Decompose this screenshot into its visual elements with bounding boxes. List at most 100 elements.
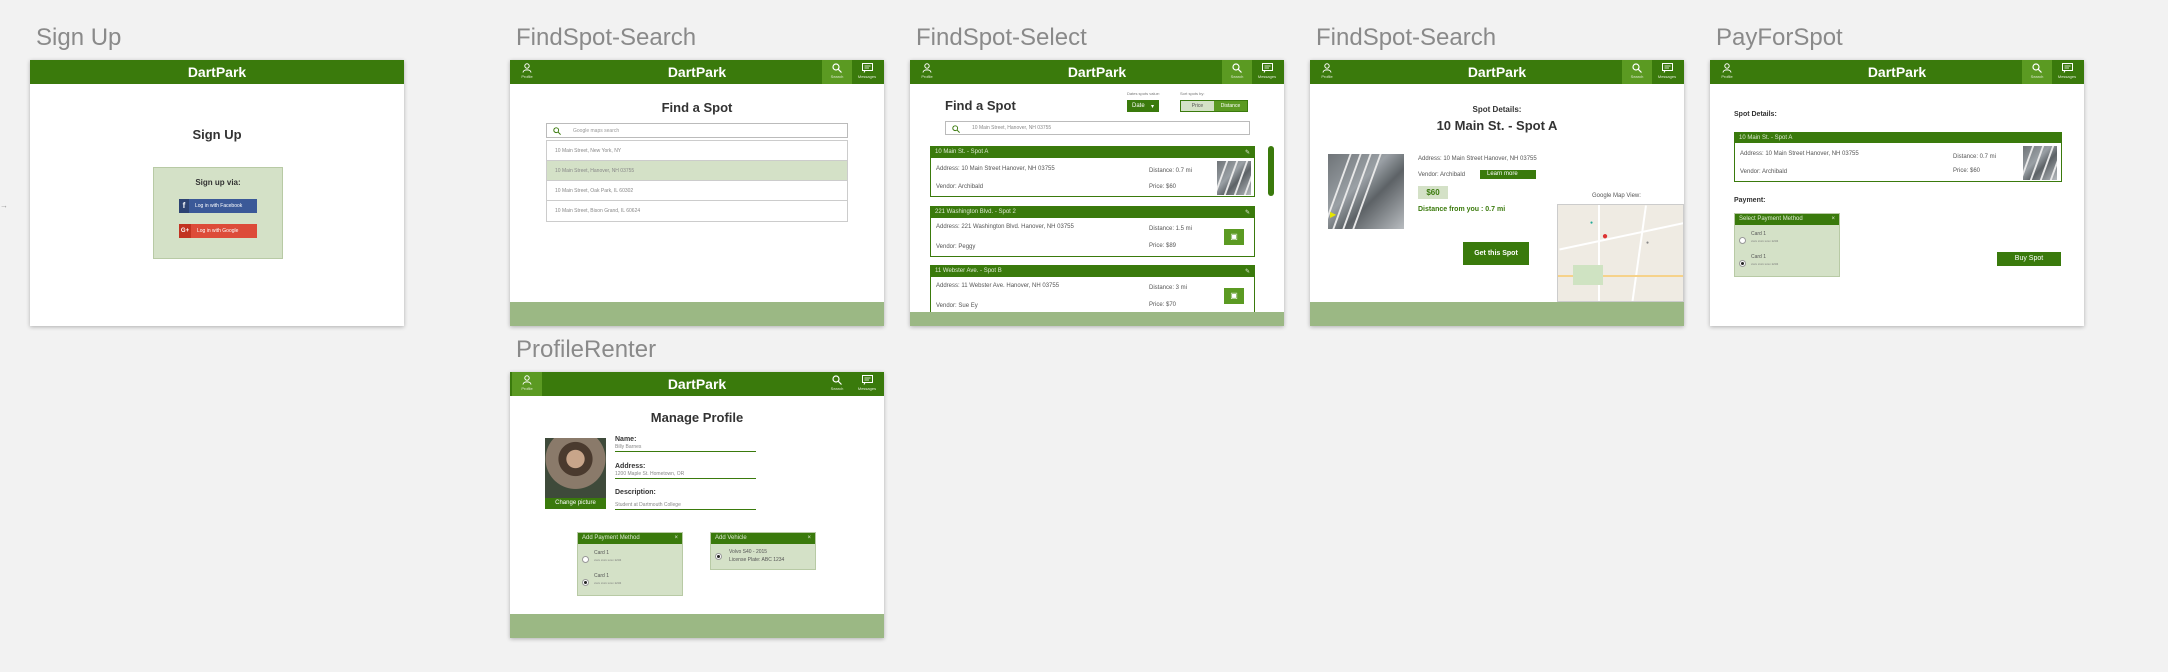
learn-more-button[interactable]: Learn more [1480,170,1536,179]
search-input[interactable]: Google maps search [546,123,848,138]
edit-icon[interactable]: ✎ [1245,268,1250,275]
nav-messages[interactable]: Messages [1252,60,1282,84]
radio-button-selected[interactable] [1739,260,1746,267]
listing-price: Price: $89 [1149,243,1177,249]
spot-title: 10 Main St. - Spot A [1436,118,1558,133]
nav-messages[interactable]: Messages [852,60,882,84]
date-select[interactable]: Date ▾ [1127,100,1159,112]
arrow-marker-icon: ▶ [1330,210,1337,219]
payment-label: Payment: [1734,197,1766,204]
app-brand: DartPark [187,64,247,80]
camera-icon: ▣ [1224,288,1244,304]
listing-card[interactable]: 11 Webster Ave. - Spot B ✎ Address: 11 We… [930,265,1255,316]
edit-icon[interactable]: ✎ [1245,209,1250,216]
search-icon [952,125,960,133]
facebook-icon: f [179,199,189,213]
description-label: Description: [615,489,656,496]
spot-summary-card: 10 Main St. - Spot A Address: 10 Main St… [1734,132,2062,182]
close-icon[interactable]: × [674,535,678,541]
address-field[interactable]: 1200 Maple St. Hometown, OR [615,471,756,479]
connector-arrow-icon: → [0,201,8,210]
search-icon [1632,63,1642,73]
card-name: Card 1 [594,550,610,556]
nav-search-label: Search [1230,74,1244,79]
listing-title-text: 10 Main St. - Spot A [935,149,989,155]
description-field[interactable]: Student at Dartmouth College [615,502,756,510]
radio-button[interactable] [582,556,589,563]
listing-title-text: 11 Webster Ave. - Spot B [935,268,1002,274]
nav-messages[interactable]: Messages [2052,60,2082,84]
artboard-title-pay-for-spot: PayForSpot [1716,24,1843,51]
radio-button[interactable] [1739,237,1746,244]
facebook-login-button[interactable]: f Log in with Facebook [179,199,257,213]
map-poi-icon: ● [1590,220,1594,226]
app-header: Profile DartPark Search Messages [510,372,884,396]
spot-vendor: Vendor: Archibald [1418,172,1466,178]
map-view[interactable]: ● ● ● [1557,204,1684,302]
nav-messages[interactable]: Messages [852,372,882,396]
close-icon[interactable]: × [1831,216,1835,222]
card-number: xxxx xxxx xxxx 1234 [594,581,622,585]
listing-title: 10 Main St. - Spot A ✎ [931,147,1254,158]
card-name: Card 1 [1751,231,1767,237]
app-header: Profile DartPark Search Messages [510,60,884,84]
listing-vendor: Vendor: Peggy [936,244,976,250]
nav-messages-label: Messages [1657,74,1677,79]
spot-photo [2023,146,2057,180]
name-field[interactable]: Billy Barnes [615,444,756,452]
nav-search[interactable]: Search [1222,60,1252,84]
date-filter-label: Dates spots value: [1127,91,1160,96]
sort-price-option[interactable]: Price [1181,101,1214,111]
buy-spot-button[interactable]: Buy Spot [1997,252,2061,266]
nav-search[interactable]: Search [2022,60,2052,84]
messages-icon [1261,63,1273,73]
google-login-button[interactable]: G+ Log in with Google [179,224,257,238]
spot-address: Address: 10 Main Street Hanover, NH 0375… [1418,156,1537,162]
edit-icon[interactable]: ✎ [1245,149,1250,156]
sort-label: Sort spots by: [1180,91,1205,96]
listing-card[interactable]: 221 Washington Blvd. - Spot 2 ✎ Address: … [930,206,1255,257]
listing-distance: Distance: 0.7 mi [1149,168,1193,174]
add-vehicle-header[interactable]: Add Vehicle × [711,533,815,544]
card-name: Card 1 [1751,254,1767,260]
sort-distance-option[interactable]: Distance [1214,101,1247,111]
nav-search[interactable]: Search [822,372,852,396]
payment-method-header[interactable]: Select Payment Method × [1735,214,1839,225]
nav-search[interactable]: Search [822,60,852,84]
price-badge: $60 [1418,186,1448,199]
add-payment-method-header[interactable]: Add Payment Method × [578,533,682,544]
change-picture-button[interactable]: Change picture [545,498,606,509]
spot-price: Price: $60 [1953,168,1981,174]
artboard-title-spot-details: FindSpot-Search [1316,24,1497,51]
date-select-value: Date [1132,103,1145,109]
search-icon [832,375,842,385]
close-icon[interactable]: × [807,535,811,541]
vehicle-panel: Add Vehicle × Volvo S40 - 2015 License Pl… [710,532,816,570]
listing-price: Price: $60 [1149,184,1177,190]
vehicle-plate: License Plate: ABC 1234 [729,557,785,563]
search-result-item[interactable]: 10 Main Street, Oak Park, IL 60302 [547,181,847,201]
nav-messages-label: Messages [857,74,877,79]
search-result-item[interactable]: 10 Main Street, Bison Grand, IL 60624 [547,201,847,221]
search-input[interactable]: 10 Main Street, Hanover, NH 03755 [945,121,1250,135]
get-this-spot-button[interactable]: Get this Spot [1463,242,1529,265]
listing-title: 221 Washington Blvd. - Spot 2 ✎ [931,207,1254,218]
listing-distance: Distance: 1.5 mi [1149,226,1193,232]
nav-messages[interactable]: Messages [1652,60,1682,84]
search-input-value: 10 Main Street, Hanover, NH 03755 [972,125,1052,131]
name-label: Name: [615,436,637,443]
nav-search-label: Search [1630,74,1644,79]
scrollbar-thumb[interactable] [1268,146,1274,196]
app-header: Profile DartPark Search Messages [910,60,1284,84]
search-result-item[interactable]: 10 Main Street, New York, NY [547,141,847,161]
search-result-item-selected[interactable]: 10 Main Street, Hanover, NH 03755 [547,161,847,181]
nav-search[interactable]: Search [1622,60,1652,84]
add-vehicle-text: Add Vehicle [715,535,747,541]
app-header: Profile DartPark Search Messages [1710,60,2084,84]
radio-button-selected[interactable] [582,579,589,586]
radio-button-selected[interactable] [715,553,722,560]
listing-card[interactable]: 10 Main St. - Spot A ✎ Address: 10 Main S… [930,146,1255,197]
spot-distance: Distance: 0.7 mi [1953,154,1997,160]
google-login-label: Log in with Google [197,228,239,234]
map-road [1631,205,1647,301]
